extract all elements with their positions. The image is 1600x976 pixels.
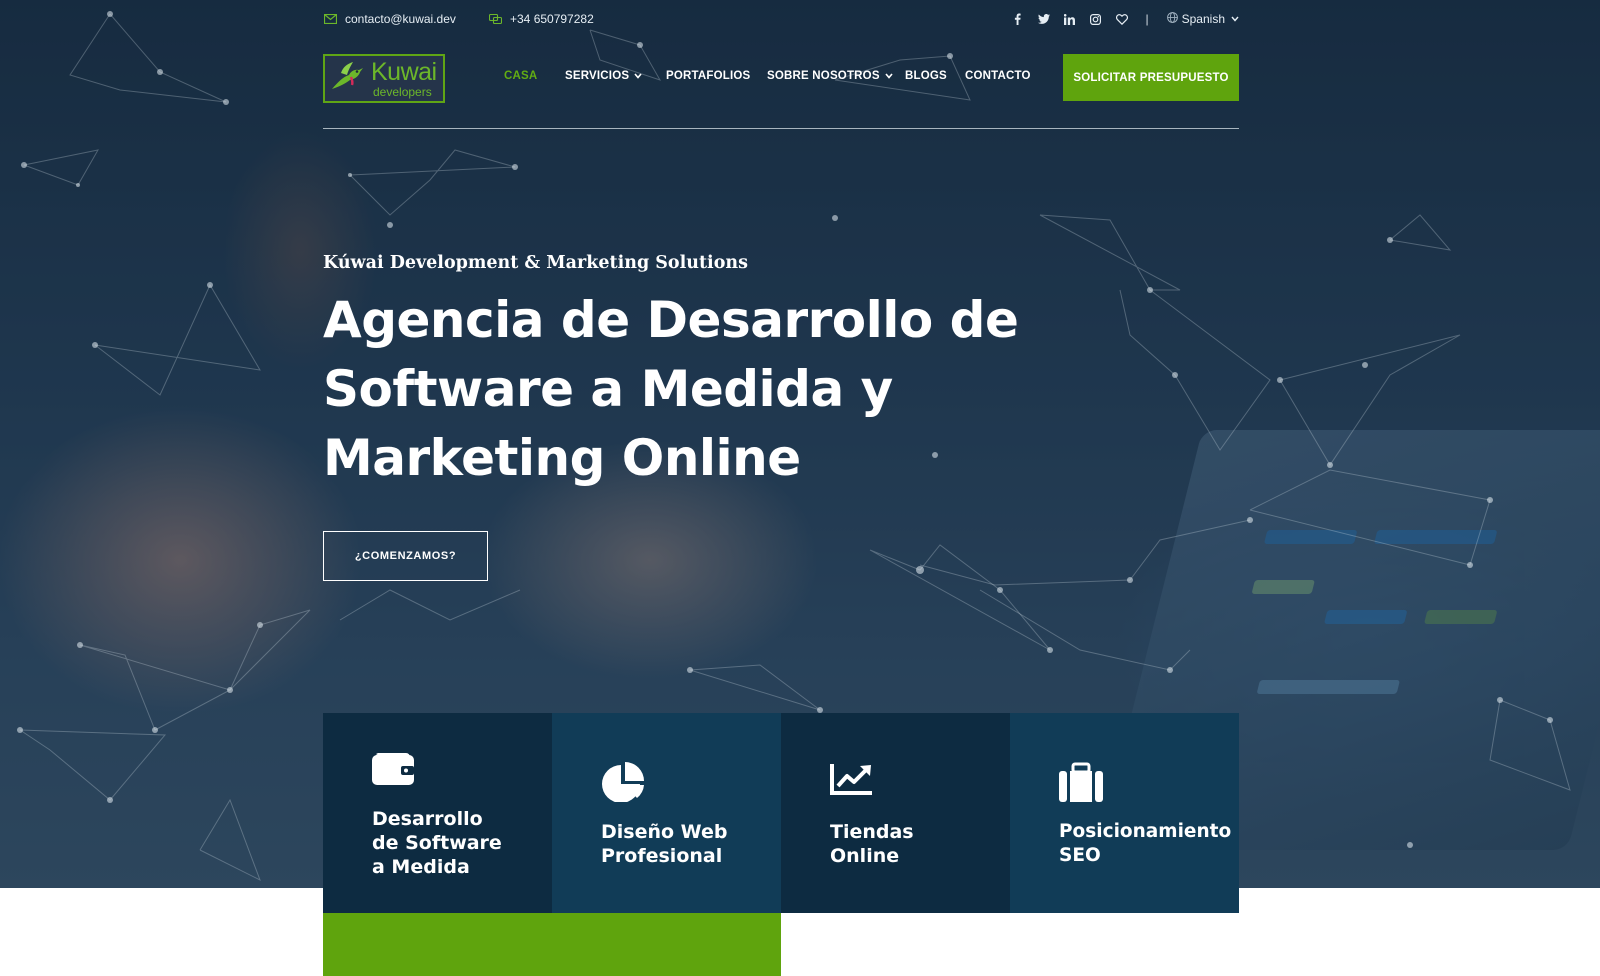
facebook-icon[interactable] [1012,12,1024,26]
hero-title: Agencia de Desarrollo de Software a Medi… [323,286,1043,493]
nav-item-label: CASA [504,70,538,82]
language-label: Spanish [1181,12,1225,26]
service-title: Tiendas Online [830,820,1010,868]
divider: | [1145,12,1149,26]
top-contact-bar: contacto@kuwai.dev +34 650797282 | Spani… [323,12,1239,34]
service-card-software[interactable]: Desarrollo de Software a Medida [323,713,552,913]
wallet-icon [372,749,418,795]
service-title-line: Online [830,845,900,867]
service-title-line: Tiendas [830,821,914,843]
service-title-line: Posicionamiento [1059,821,1232,842]
twitter-icon[interactable] [1037,12,1050,26]
service-title-line: a Medida [372,856,470,878]
service-title-line: SEO [1059,845,1101,866]
chevron-down-icon [885,71,893,81]
email-link[interactable]: contacto@kuwai.dev [323,12,456,26]
nav-menu: CASA SERVICIOS PORTAFOLIOS SOBRE NOSOTRO… [504,70,1031,82]
logo-subtitle: developers [373,84,432,99]
service-title-line: Diseño Web [601,821,728,843]
nav-item-label: SERVICIOS [565,70,630,82]
globe-icon [1166,12,1178,26]
hero-title-line: Agencia de Desarrollo de [323,291,1019,349]
chevron-down-icon [634,71,642,81]
envelope-icon [323,12,337,26]
service-cards: Desarrollo de Software a Medida Diseño W… [323,713,1239,913]
green-accent-band [323,913,781,976]
linkedin-icon[interactable] [1064,12,1076,26]
chat-bubbles-icon [488,12,502,26]
service-title: Diseño Web Profesional [601,820,781,868]
service-title-line: de Software [372,832,502,854]
service-title: Posicionamiento SEO [1059,820,1239,868]
hero-title-line: Marketing Online [323,429,801,487]
nav-item-portafolios[interactable]: PORTAFOLIOS [666,70,767,82]
nav-divider [323,128,1239,129]
nav-item-contacto[interactable]: CONTACTO [965,70,1031,82]
service-card-web-design[interactable]: Diseño Web Profesional [552,713,781,913]
logo-name: Kuwai [371,57,437,86]
nav-item-sobre-nosotros[interactable]: SOBRE NOSOTROS [767,70,905,82]
main-navigation: Kuwai developers CASA SERVICIOS PORTAFOL… [323,54,1239,104]
nav-item-blogs[interactable]: BLOGS [905,70,965,82]
service-card-seo[interactable]: Posicionamiento SEO [1010,713,1239,913]
hummingbird-icon [329,59,365,99]
hero-subtitle: Kúwai Development & Marketing Solutions [323,253,748,273]
social-links: | Spanish [1012,12,1240,26]
nav-item-casa[interactable]: CASA [504,70,565,82]
nav-item-label: SOBRE NOSOTROS [767,70,880,82]
language-selector[interactable]: Spanish [1166,12,1239,26]
service-title-line: Profesional [601,845,723,867]
suitcase-icon [1059,762,1105,808]
hero-title-line: Software a Medida y [323,360,893,418]
email-text: contacto@kuwai.dev [345,12,456,26]
request-quote-button[interactable]: SOLICITAR PRESUPUESTO [1063,54,1239,101]
nav-item-label: PORTAFOLIOS [666,70,751,82]
nav-item-label: CONTACTO [965,70,1031,82]
heart-icon[interactable] [1115,12,1128,26]
site-logo[interactable]: Kuwai developers [323,54,445,103]
nav-item-servicios[interactable]: SERVICIOS [565,70,666,82]
get-started-button[interactable]: ¿COMENZAMOS? [323,531,488,581]
service-card-online-stores[interactable]: Tiendas Online [781,713,1010,913]
nav-item-label: BLOGS [905,70,947,82]
pie-chart-icon [601,762,647,808]
service-title: Desarrollo de Software a Medida [372,807,552,879]
phone-text: +34 650797282 [510,12,594,26]
phone-link[interactable]: +34 650797282 [488,12,594,26]
instagram-icon[interactable] [1090,12,1102,26]
chevron-down-icon [1231,14,1239,24]
service-title-line: Desarrollo [372,808,483,830]
chart-line-icon [830,762,876,808]
